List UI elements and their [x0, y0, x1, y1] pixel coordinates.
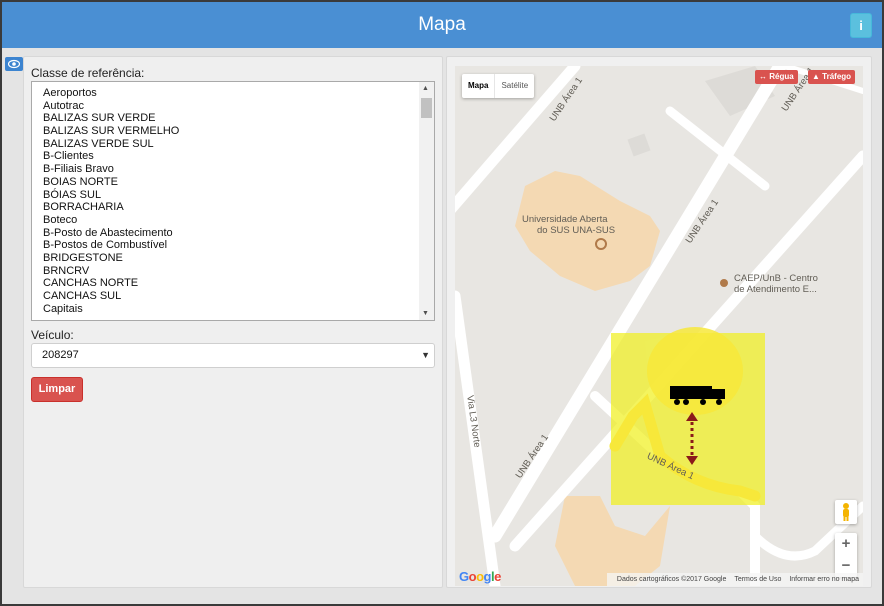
- map-panel: UNB Área 1 UNB Área 1 UNB Área 1 UNB Áre…: [446, 56, 872, 588]
- poi-label: de Atendimento E...: [734, 284, 817, 295]
- poi-label: CAEP/UnB - Centro: [734, 273, 818, 284]
- chevron-down-icon: ▼: [421, 350, 430, 360]
- list-item[interactable]: BRIDGESTONE: [43, 252, 179, 265]
- classe-label: Classe de referência:: [31, 66, 145, 80]
- trafego-button[interactable]: ▲ Tráfego: [808, 70, 856, 84]
- poi-label: do SUS UNA-SUS: [537, 225, 616, 236]
- veiculo-value: 208297: [42, 349, 79, 361]
- map-type-mapa[interactable]: Mapa: [462, 74, 494, 98]
- terms-link[interactable]: Termos de Uso: [734, 576, 781, 583]
- list-item[interactable]: BALIZAS SUR VERDE: [43, 112, 179, 125]
- title-bar: Mapa i: [2, 2, 882, 48]
- list-item[interactable]: B-Filiais Bravo: [43, 163, 179, 176]
- veiculo-label: Veículo:: [31, 328, 74, 342]
- scroll-up-icon[interactable]: ▲: [422, 85, 429, 92]
- google-logo: Google: [459, 569, 501, 584]
- trafego-label: Tráfego: [822, 72, 852, 81]
- list-item[interactable]: B-Clientes: [43, 150, 179, 163]
- roundabout-highlight: [647, 327, 743, 415]
- scroll-down-icon[interactable]: ▼: [422, 310, 429, 317]
- list-item[interactable]: Aeroportos: [43, 87, 179, 100]
- list-item[interactable]: Capitais: [43, 303, 179, 316]
- list-item[interactable]: BOIAS NORTE: [43, 176, 179, 189]
- attribution-text: Dados cartográficos ©2017 Google: [616, 576, 727, 583]
- list-item[interactable]: BRNCRV: [43, 265, 179, 278]
- list-item[interactable]: BALIZAS SUR VERMELHO: [43, 125, 179, 138]
- poi-caep-icon: [720, 279, 728, 287]
- zoom-control: + −: [835, 533, 857, 577]
- list-item[interactable]: Autotrac: [43, 100, 179, 113]
- page-title: Mapa: [418, 14, 466, 35]
- list-item[interactable]: CANCHAS SUL: [43, 290, 179, 303]
- pegman-icon: [843, 503, 849, 521]
- poi-label: Universidade Aberta: [522, 214, 608, 225]
- eye-icon: [8, 59, 20, 69]
- toggle-panel-button[interactable]: [5, 57, 23, 71]
- classe-listbox[interactable]: Aeroportos Autotrac BALIZAS SUR VERDE BALIZ…: [31, 81, 435, 321]
- limpar-button[interactable]: Limpar: [31, 377, 83, 402]
- zoom-in-button[interactable]: +: [835, 533, 857, 555]
- list-item[interactable]: CANCHAS NORTE: [43, 277, 179, 290]
- list-item[interactable]: BÓIAS SUL: [43, 189, 179, 202]
- list-item[interactable]: Boteco: [43, 214, 179, 227]
- info-button[interactable]: i: [850, 13, 872, 38]
- listbox-scrollbar[interactable]: ▲ ▼: [419, 82, 434, 320]
- list-item[interactable]: B-Posto de Abastecimento: [43, 227, 179, 240]
- report-error-link[interactable]: Informar erro no mapa: [789, 576, 859, 583]
- regua-button[interactable]: ↔ Régua: [755, 70, 798, 84]
- app-frame: Mapa i Classe de referência: Aeroportos A…: [2, 2, 882, 604]
- map-base: [455, 66, 863, 586]
- list-item[interactable]: B-Postos de Combustível: [43, 239, 179, 252]
- road-icon: ▲: [812, 72, 820, 81]
- filter-panel: Classe de referência: Aeroportos Autotrac…: [23, 56, 443, 588]
- classe-list: Aeroportos Autotrac BALIZAS SUR VERDE BALIZ…: [43, 87, 179, 315]
- list-item[interactable]: BALIZAS VERDE SUL: [43, 138, 179, 151]
- veiculo-select[interactable]: 208297 ▼: [31, 343, 435, 368]
- map-type-control: Mapa Satélite: [462, 74, 535, 98]
- map-type-satelite[interactable]: Satélite: [494, 74, 534, 98]
- list-item[interactable]: BORRACHARIA: [43, 201, 179, 214]
- scrollbar-thumb[interactable]: [421, 98, 432, 118]
- street-view-pegman[interactable]: [835, 500, 857, 524]
- map-attribution: Dados cartográficos ©2017 Google Termos …: [606, 573, 863, 586]
- map-canvas[interactable]: UNB Área 1 UNB Área 1 UNB Área 1 UNB Áre…: [455, 66, 863, 586]
